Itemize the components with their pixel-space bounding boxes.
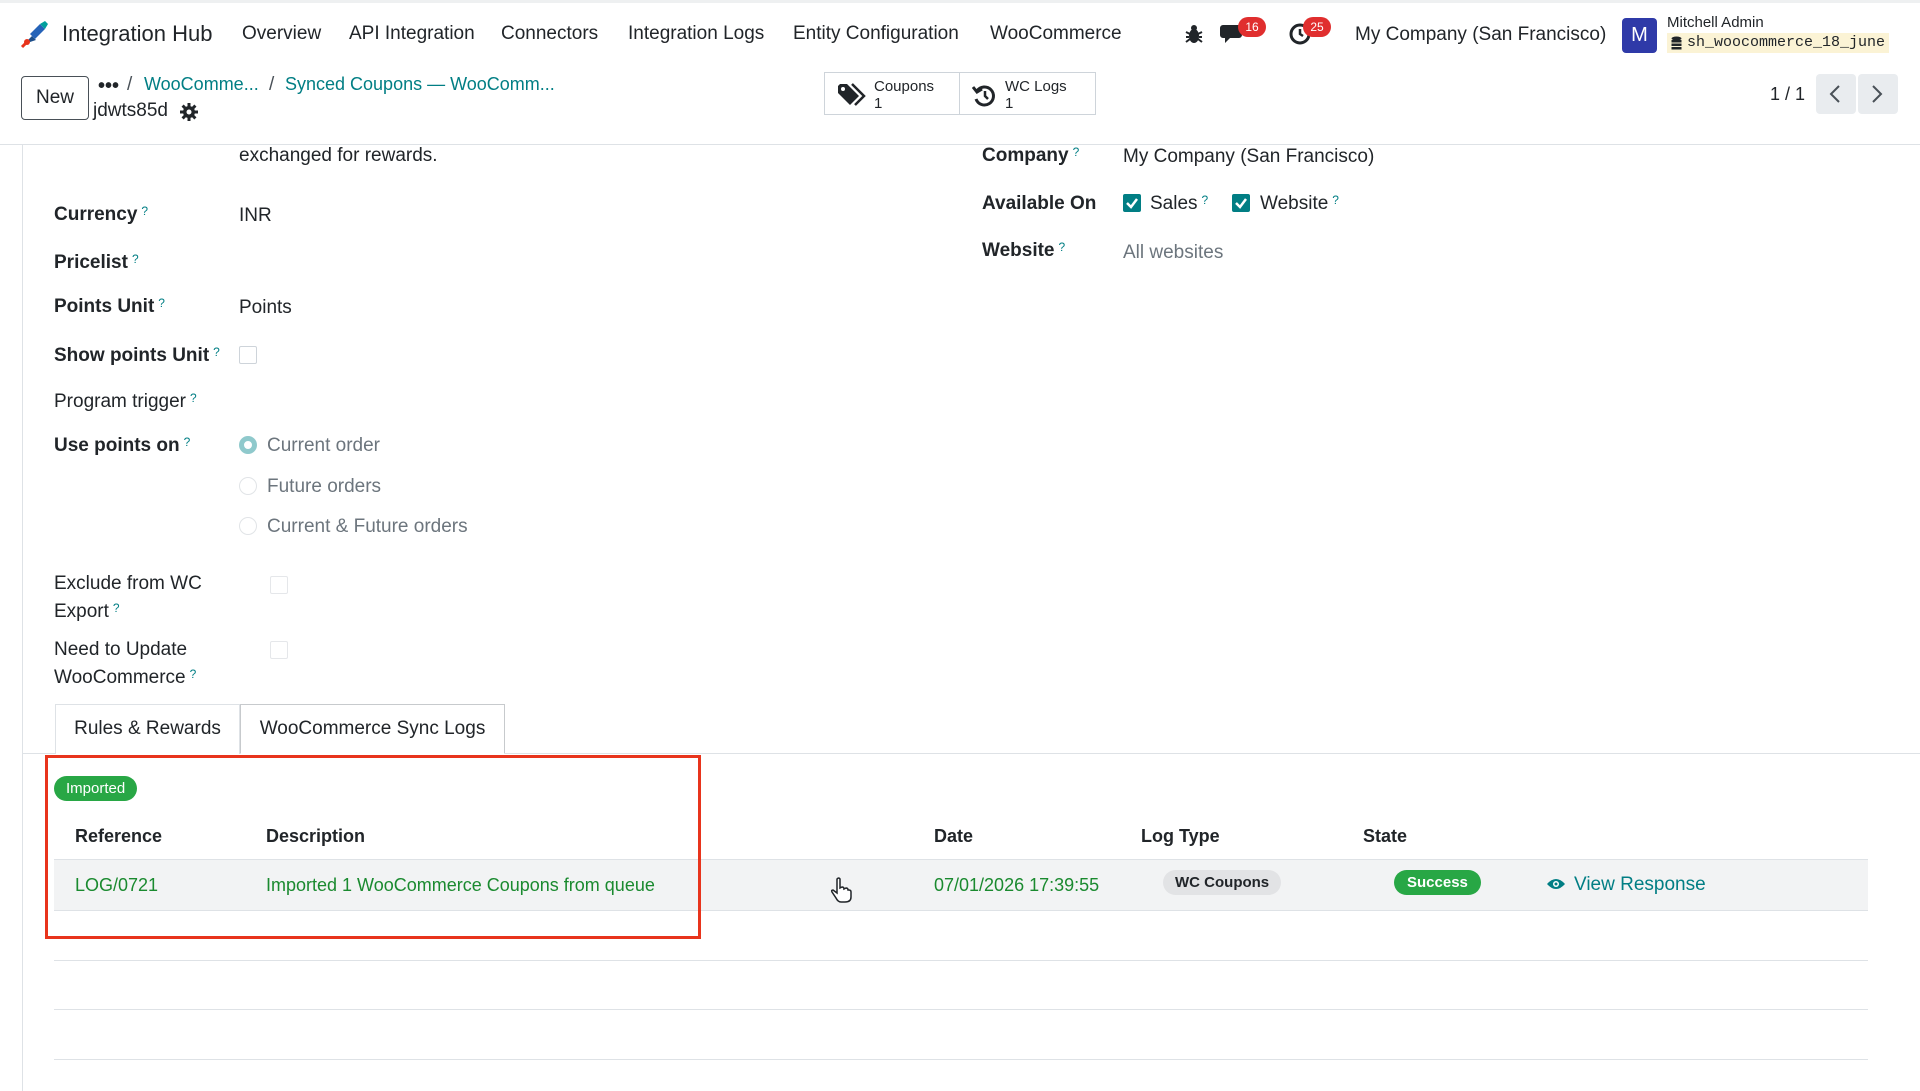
log-date[interactable]: 07/01/2026 17:39:55 [934, 875, 1099, 896]
messages-count-badge: 16 [1238, 17, 1266, 37]
new-button[interactable]: New [21, 76, 89, 120]
user-name[interactable]: Mitchell Admin [1667, 14, 1764, 31]
view-response-button[interactable]: View Response [1547, 874, 1706, 896]
menu-connectors[interactable]: Connectors [501, 23, 598, 45]
tab-rules-rewards[interactable]: Rules & Rewards [55, 704, 240, 754]
company-field[interactable]: My Company (San Francisco) [1123, 146, 1374, 168]
database-icon [1671, 36, 1682, 50]
breadcrumb-woocommerce[interactable]: WooComme... [144, 74, 259, 95]
eye-icon [1547, 879, 1565, 889]
check-icon [1235, 198, 1247, 209]
show-points-unit-checkbox[interactable] [239, 346, 257, 364]
log-state-badge: Success [1394, 870, 1481, 895]
available-on-sales-label[interactable]: Sales? [1150, 193, 1208, 215]
company-switcher[interactable]: My Company (San Francisco) [1355, 24, 1606, 46]
menu-entity-configuration[interactable]: Entity Configuration [793, 23, 959, 45]
wc-logs-smart-label: WC Logs [1005, 78, 1067, 95]
pager-value[interactable]: 1 / 1 [1770, 84, 1805, 105]
highlight-box [45, 755, 701, 939]
breadcrumb-separator: / [127, 74, 133, 95]
column-log-type[interactable]: Log Type [1141, 826, 1220, 847]
coupons-smart-button[interactable]: Coupons 1 [824, 72, 960, 115]
menu-woocommerce[interactable]: WooCommerce [990, 23, 1122, 45]
empty-row-divider [54, 1059, 1868, 1060]
wc-logs-smart-count: 1 [1005, 95, 1014, 112]
column-state[interactable]: State [1363, 826, 1407, 847]
use-points-current-order-radio[interactable] [239, 436, 257, 454]
menu-integration-logs[interactable]: Integration Logs [628, 23, 764, 45]
available-on-website-label[interactable]: Website? [1260, 193, 1339, 215]
points-unit-label: Points Unit? [54, 296, 165, 317]
tags-icon [838, 83, 866, 106]
use-points-future-orders-radio[interactable] [239, 477, 257, 495]
record-name: jdwts85d [93, 100, 168, 121]
points-unit-field[interactable]: Points [239, 297, 292, 319]
program-trigger-label: Program trigger? [54, 391, 197, 412]
company-label: Company? [982, 145, 1080, 166]
breadcrumb-more-button[interactable]: ••• [98, 75, 119, 98]
coupons-smart-count: 1 [874, 95, 883, 112]
tab-woocommerce-sync-logs[interactable]: WooCommerce Sync Logs [240, 704, 505, 754]
app-name[interactable]: Integration Hub [62, 21, 212, 47]
pager-next-button[interactable] [1858, 74, 1898, 114]
menu-api-integration[interactable]: API Integration [349, 23, 475, 45]
website-field[interactable]: All websites [1123, 242, 1223, 264]
form-sheet: exchanged for rewards. Currency? INR Pri… [22, 145, 1920, 1091]
exclude-from-wc-export-checkbox[interactable] [270, 576, 288, 594]
website-label: Website? [982, 240, 1066, 261]
log-type-badge: WC Coupons [1163, 870, 1282, 895]
hand-cursor-icon [830, 877, 852, 903]
activities-count-badge: 25 [1303, 17, 1331, 37]
need-to-update-checkbox[interactable] [270, 641, 288, 659]
chevron-left-icon [1829, 85, 1840, 103]
menu-overview[interactable]: Overview [242, 23, 321, 45]
use-points-on-label: Use points on? [54, 435, 191, 456]
view-response-label: View Response [1574, 874, 1706, 895]
user-avatar[interactable]: M [1622, 18, 1657, 53]
database-name: sh_woocommerce_18_june [1667, 33, 1890, 53]
wc-logs-smart-button[interactable]: WC Logs 1 [959, 72, 1096, 115]
show-points-unit-label: Show points Unit? [54, 345, 220, 366]
breadcrumb-separator: / [269, 74, 275, 95]
currency-label: Currency? [54, 204, 149, 225]
coupons-smart-label: Coupons [874, 78, 935, 95]
currency-field[interactable]: INR [239, 205, 272, 227]
exclude-from-wc-export-label-2: Export? [54, 601, 120, 622]
check-icon [1126, 198, 1138, 209]
exclude-from-wc-export-label: Exclude from WC [54, 573, 202, 594]
chevron-right-icon [1872, 85, 1883, 103]
history-icon [972, 85, 995, 107]
need-to-update-label-2: WooCommerce? [54, 667, 197, 688]
need-to-update-label: Need to Update [54, 639, 188, 660]
use-points-future-orders-label[interactable]: Future orders [267, 476, 381, 498]
empty-row-divider [54, 1009, 1868, 1010]
pager-previous-button[interactable] [1816, 74, 1856, 114]
description-text: exchanged for rewards. [239, 145, 438, 166]
available-on-label: Available On [982, 193, 1097, 214]
available-on-sales-checkbox[interactable] [1123, 194, 1141, 212]
top-navbar: Integration Hub Overview API Integration… [0, 0, 1920, 62]
gear-icon[interactable] [180, 103, 198, 121]
integration-hub-logo-icon[interactable] [18, 17, 52, 51]
breadcrumb-synced-coupons[interactable]: Synced Coupons — WooComm... [285, 74, 555, 95]
use-points-current-future-label[interactable]: Current & Future orders [267, 516, 468, 538]
pricelist-label: Pricelist? [54, 252, 139, 273]
debug-bug-icon[interactable] [1184, 23, 1204, 45]
database-name-text: sh_woocommerce_18_june [1687, 34, 1886, 51]
use-points-current-future-radio[interactable] [239, 517, 257, 535]
empty-row-divider [54, 960, 1868, 961]
control-panel: New ••• / WooComme... / Synced Coupons —… [0, 62, 1920, 145]
available-on-website-checkbox[interactable] [1232, 194, 1250, 212]
column-date[interactable]: Date [934, 826, 973, 847]
use-points-current-order-label[interactable]: Current order [267, 435, 380, 457]
